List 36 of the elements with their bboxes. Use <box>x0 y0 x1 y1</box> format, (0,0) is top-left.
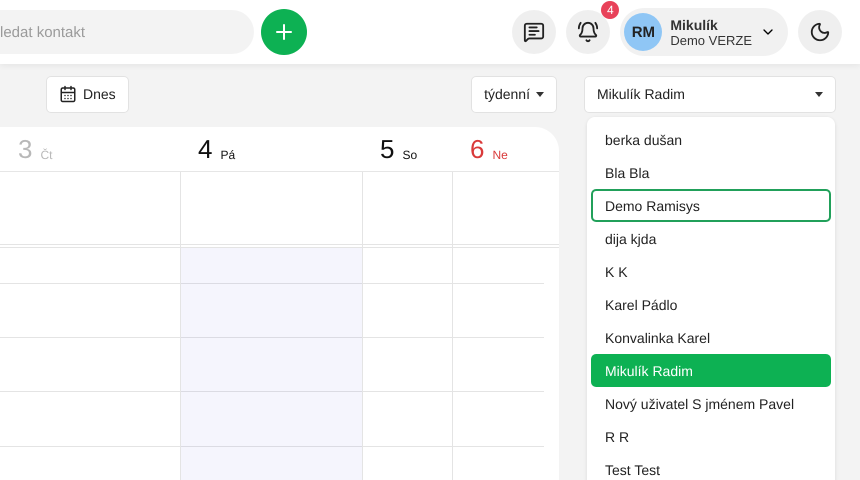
caret-icon <box>815 92 823 96</box>
notification-count: 4 <box>601 1 620 19</box>
dropdown-item[interactable]: K K <box>591 255 831 288</box>
user-menu[interactable]: RM Mikulík Demo VERZE <box>620 8 788 56</box>
person-select[interactable]: Mikulík Radim <box>584 76 836 112</box>
day-name: Čt <box>40 148 52 162</box>
bell-icon <box>577 21 600 43</box>
view-select[interactable]: týdenní <box>471 76 557 112</box>
add-button[interactable] <box>261 9 307 55</box>
dropdown-item[interactable]: R R <box>591 420 831 453</box>
dropdown-item[interactable]: Demo Ramisys <box>591 189 831 222</box>
messages-button[interactable] <box>512 10 556 54</box>
day-number: 6 <box>470 136 484 162</box>
day-number: 4 <box>198 136 212 162</box>
calendar-icon <box>59 85 77 103</box>
user-name: Mikulík <box>670 16 718 32</box>
day-number: 3 <box>18 136 32 162</box>
day-name: Ne <box>492 148 508 162</box>
user-subtitle: Demo VERZE <box>670 32 752 48</box>
message-icon <box>523 21 546 43</box>
dropdown-item[interactable]: Test Test <box>591 453 831 480</box>
dropdown-item[interactable]: Karel Pádlo <box>591 288 831 321</box>
theme-button[interactable] <box>798 10 842 54</box>
dropdown-item[interactable]: Bla Bla <box>591 156 831 189</box>
search-field[interactable]: ledat kontakt <box>0 10 254 54</box>
dropdown-item[interactable]: Konvalinka Karel <box>591 321 831 354</box>
day-number: 5 <box>380 136 394 162</box>
day-name: Pá <box>220 148 236 162</box>
moon-icon <box>809 21 831 43</box>
dropdown-item[interactable]: berka dušan <box>591 123 831 156</box>
avatar: RM <box>624 13 662 51</box>
caret-icon <box>536 92 544 96</box>
day-name: So <box>402 148 418 162</box>
today-button[interactable]: Dnes <box>46 76 129 112</box>
dropdown-item[interactable]: dija kjda <box>591 222 831 255</box>
dropdown-item[interactable]: Nový uživatel S jménem Pavel <box>591 387 831 420</box>
